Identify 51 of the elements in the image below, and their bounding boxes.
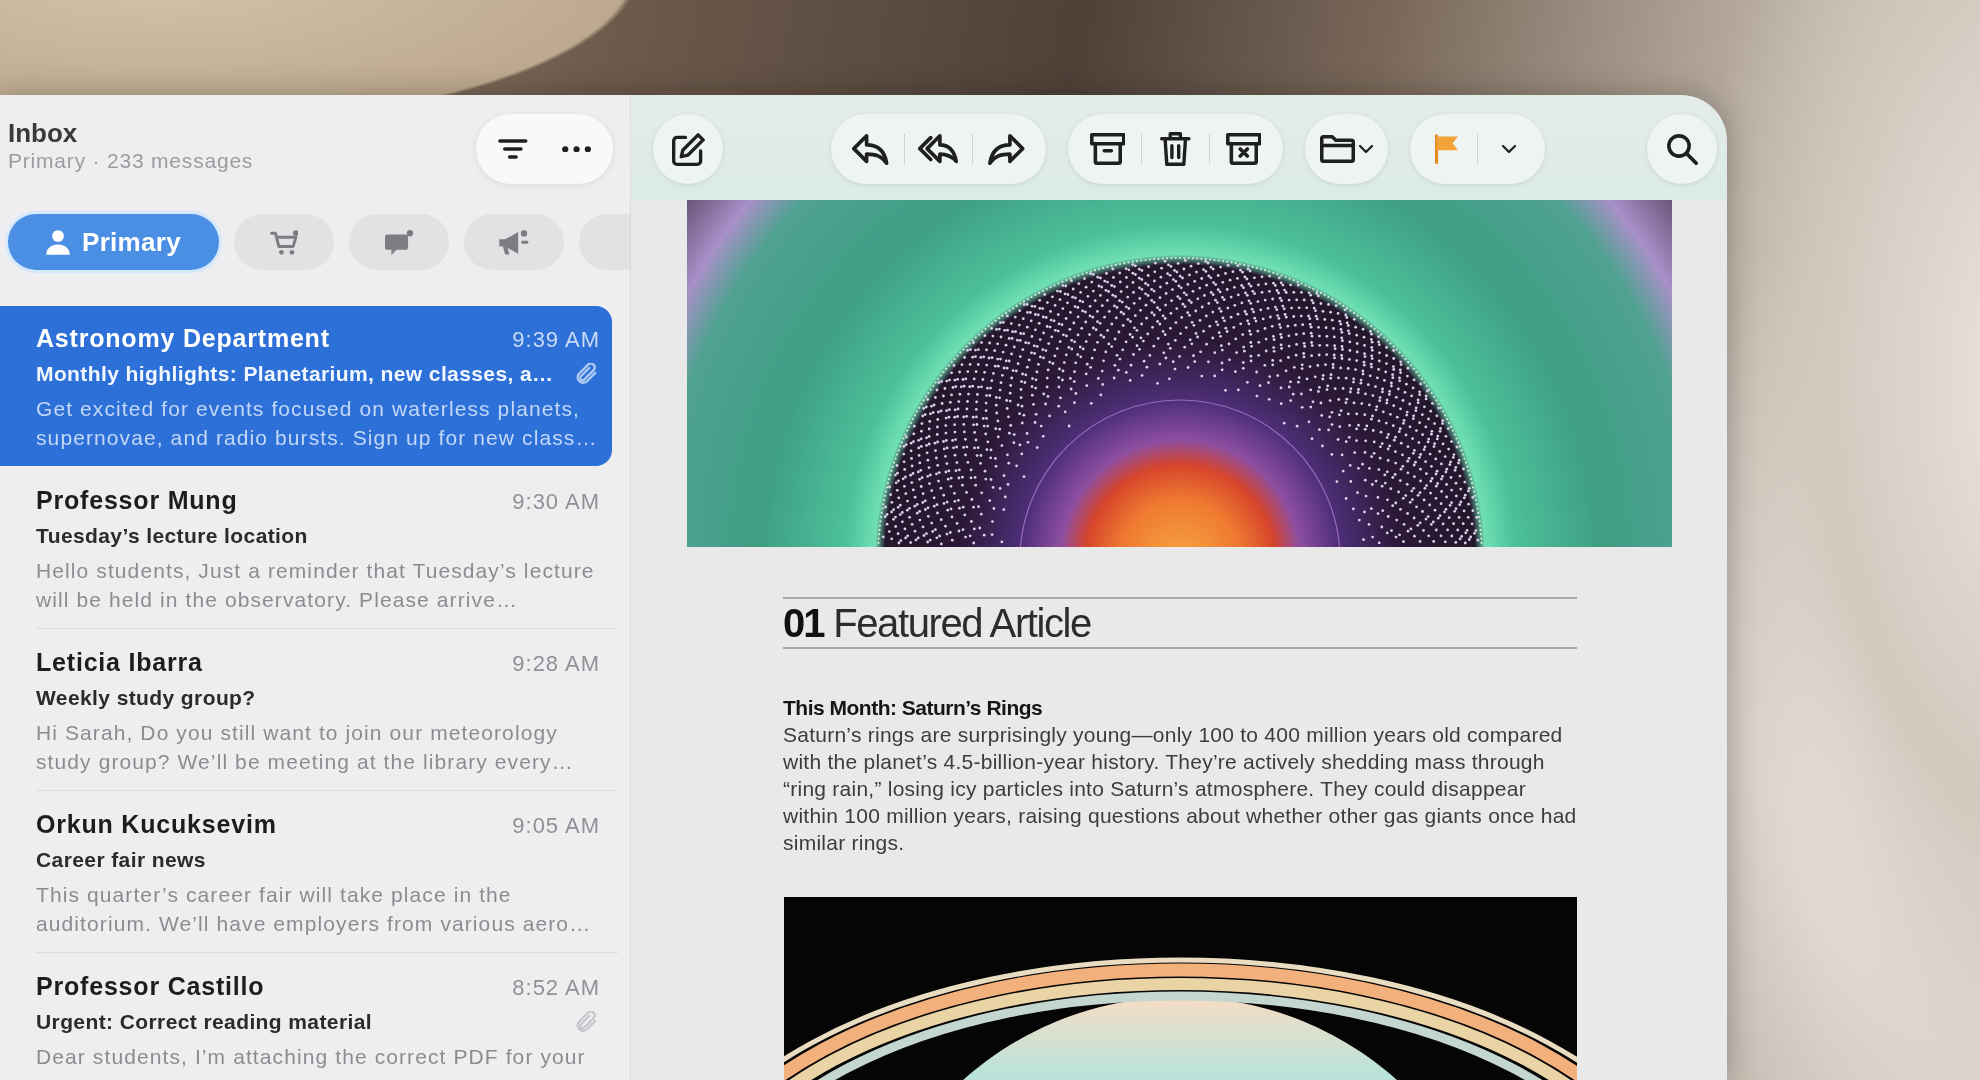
sender-name: Professor Mung <box>36 486 238 514</box>
chat-bubble-icon <box>384 229 414 255</box>
article-subtitle: This Month: Saturn’s Rings <box>783 695 1044 721</box>
message-row[interactable]: Professor Castillo 8:52 AM Urgent: Correct reading material Dear students, I’m attaching the correct PDF for your <box>0 954 612 1079</box>
archive-icon <box>1089 133 1126 165</box>
reply-icon <box>852 133 889 165</box>
message-subject: Weekly study group? <box>36 685 256 711</box>
article-heading: 01 Featured Article <box>783 597 1577 649</box>
article-body: Saturn’s rings are surprisingly young—only 100 to 400 million years old compared with the planet’s 4.5-billion-year history. They’re actively shedding mass through “ring rain,” losing icy particles into Saturn’s atmosphere. They could disappear within 100 million years, raising questions about whether other gas giants once had similar rings. <box>783 722 1577 856</box>
reply-all-icon <box>918 133 959 165</box>
message-preview: Get excited for events focused on waterless planets, supernovae, and radio bursts. Sign up for new class… <box>36 396 599 451</box>
search-button[interactable] <box>1647 114 1717 184</box>
message-preview: Dear students, I’m attaching the correct PDF for your <box>36 1044 587 1070</box>
message-subject: Career fair news <box>36 847 206 873</box>
message-preview: This quarter’s career fair will take place in the auditorium. We’ll have employers from various aero… <box>36 882 593 937</box>
search-icon <box>1666 133 1698 165</box>
sender-name: Astronomy Department <box>36 324 330 352</box>
trash-icon <box>1160 132 1191 166</box>
move-button[interactable] <box>1305 114 1388 184</box>
message-time: 9:39 AM <box>512 326 600 354</box>
message-subject: Urgent: Correct reading material <box>36 1009 373 1035</box>
message-time: 9:05 AM <box>512 812 600 840</box>
chevron-icon <box>1359 145 1373 153</box>
person-icon <box>46 229 70 255</box>
more-icon <box>561 145 591 153</box>
cart-icon <box>269 229 299 255</box>
message-time: 9:28 AM <box>512 650 600 678</box>
mailbox-subtitle: Primary · 233 messages <box>8 148 254 174</box>
sender-name: Orkun Kucuksevim <box>36 810 277 838</box>
junk-icon <box>1225 133 1262 165</box>
chevron-icon <box>1501 145 1516 153</box>
message-preview: Hello students, Just a reminder that Tuesday’s lecture will be held in the observatory. Please arrive… <box>36 558 596 613</box>
message-row[interactable]: Leticia Ibarra 9:28 AM Weekly study group? Hi Sarah, Do you still want to join our meteorology study group? We’ll be meeting at the library every… <box>0 630 612 790</box>
filter-icon <box>497 139 528 159</box>
message-time: 8:52 AM <box>512 974 600 1002</box>
message-subject: Tuesday’s lecture location <box>36 523 308 549</box>
message-preview: Hi Sarah, Do you still want to join our meteorology study group? We’ll be meeting at the library every… <box>36 720 575 775</box>
message-row[interactable]: Orkun Kucuksevim 9:05 AM Career fair news This quarter’s career fair will take place in the auditorium. We’ll have employers from various aero… <box>0 792 612 952</box>
sender-name: Professor Castillo <box>36 972 265 1000</box>
sender-name: Leticia Ibarra <box>36 648 203 676</box>
mailbox-title: Inbox <box>8 118 79 148</box>
message-subject: Monthly highlights: Planetarium, new classes, a… <box>36 361 554 387</box>
flag-icon <box>1434 134 1459 164</box>
message-time: 9:30 AM <box>512 488 600 516</box>
compose-icon <box>671 132 705 166</box>
message-row[interactable]: Astronomy Department 9:39 AM Monthly highlights: Planetarium, new classes, a… Get excited for events focused on waterless planets, supernovae, and radio bursts. Sign up for new class… <box>0 306 612 466</box>
megaphone-icon <box>499 229 529 255</box>
compose-button[interactable] <box>653 114 723 184</box>
message-row[interactable]: Professor Mung 9:30 AM Tuesday’s lecture location Hello students, Just a reminder that Tuesday’s lecture will be held in the observatory. Please arrive… <box>0 468 612 628</box>
folder-icon <box>1320 135 1355 163</box>
forward-icon <box>988 133 1025 165</box>
